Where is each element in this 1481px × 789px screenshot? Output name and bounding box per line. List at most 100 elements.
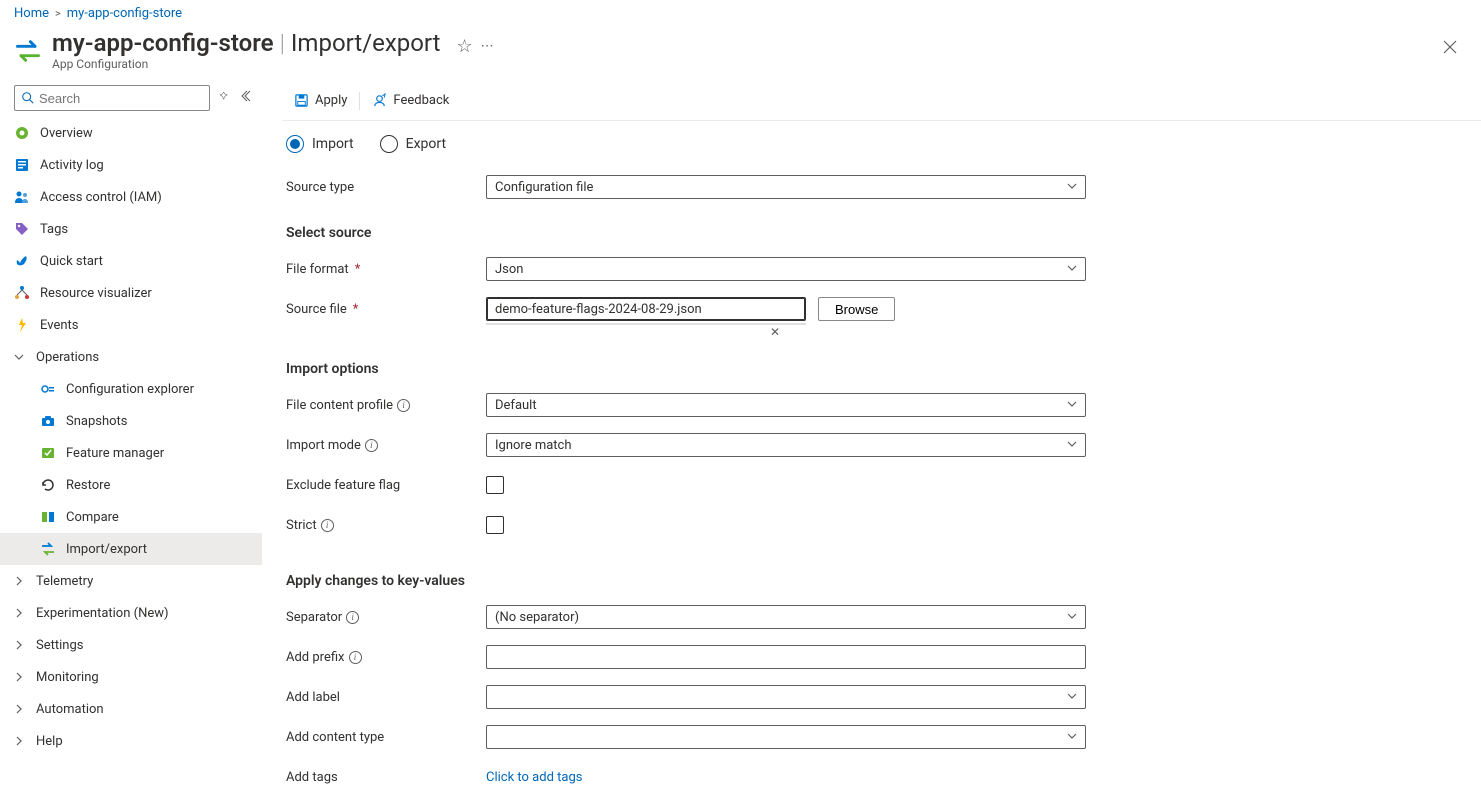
sidebar: Overview Activity log Access control (IA… — [0, 81, 262, 789]
sidebar-search-input[interactable] — [39, 91, 203, 106]
file-format-select[interactable]: Json — [486, 257, 1086, 281]
chevron-down-icon — [1067, 438, 1077, 453]
add-content-type-select[interactable] — [486, 725, 1086, 749]
select-source-heading: Select source — [286, 225, 1461, 241]
pin-icon[interactable] — [218, 90, 230, 106]
nav-label: Activity log — [40, 158, 104, 173]
browse-button[interactable]: Browse — [818, 297, 895, 321]
collapse-sidebar-icon[interactable] — [238, 89, 252, 107]
exclude-feature-flag-checkbox[interactable] — [486, 476, 504, 494]
nav-label: Operations — [36, 350, 99, 365]
snapshots-icon — [40, 413, 56, 429]
favorite-star-icon[interactable]: ☆ — [456, 36, 472, 57]
info-icon[interactable]: i — [346, 611, 359, 624]
file-format-label: File format* — [286, 262, 486, 277]
compare-icon — [40, 509, 56, 525]
feature-manager-icon — [40, 445, 56, 461]
chevron-down-icon — [1067, 690, 1077, 705]
add-tags-link[interactable]: Click to add tags — [486, 770, 582, 785]
feedback-button[interactable]: Feedback — [360, 81, 461, 120]
strict-checkbox[interactable] — [486, 516, 504, 534]
sidebar-item-feature-manager[interactable]: Feature manager — [0, 437, 262, 469]
info-icon[interactable]: i — [365, 439, 378, 452]
info-icon[interactable]: i — [321, 519, 334, 532]
sidebar-item-activity-log[interactable]: Activity log — [0, 149, 262, 181]
sidebar-group-experimentation[interactable]: Experimentation (New) — [0, 597, 262, 629]
sidebar-item-tags[interactable]: Tags — [0, 213, 262, 245]
info-icon[interactable]: i — [397, 399, 410, 412]
select-value: Default — [495, 398, 537, 413]
breadcrumb-home[interactable]: Home — [14, 6, 49, 21]
chevron-down-icon — [1067, 262, 1077, 277]
tags-icon — [14, 221, 30, 237]
resource-name: my-app-config-store — [52, 29, 274, 57]
sidebar-group-help[interactable]: Help — [0, 725, 262, 757]
file-content-profile-select[interactable]: Default — [486, 393, 1086, 417]
sidebar-item-quick-start[interactable]: Quick start — [0, 245, 262, 277]
sidebar-item-overview[interactable]: Overview — [0, 117, 262, 149]
sidebar-group-operations[interactable]: Operations — [0, 341, 262, 373]
breadcrumb-store[interactable]: my-app-config-store — [67, 6, 182, 21]
nav-label: Settings — [36, 638, 83, 653]
separator-select[interactable]: (No separator) — [486, 605, 1086, 629]
sidebar-item-config-explorer[interactable]: Configuration explorer — [0, 373, 262, 405]
source-file-label: Source file* — [286, 302, 486, 317]
radio-label: Export — [406, 136, 446, 152]
breadcrumb: Home > my-app-config-store — [0, 0, 1481, 23]
source-type-label: Source type — [286, 180, 486, 195]
radio-import[interactable]: Import — [286, 135, 354, 153]
sidebar-group-settings[interactable]: Settings — [0, 629, 262, 661]
nav-label: Overview — [40, 126, 93, 141]
sidebar-group-automation[interactable]: Automation — [0, 693, 262, 725]
source-file-input[interactable]: demo-feature-flags-2024-08-29.json — [486, 297, 806, 321]
add-content-type-label: Add content type — [286, 730, 486, 745]
input-value: demo-feature-flags-2024-08-29.json — [495, 302, 702, 317]
nav-label: Automation — [36, 702, 104, 717]
sidebar-item-resource-visualizer[interactable]: Resource visualizer — [0, 277, 262, 309]
add-label-select[interactable] — [486, 685, 1086, 709]
app-config-icon — [14, 37, 42, 65]
sidebar-search[interactable] — [14, 85, 210, 111]
main-content: Apply Feedback Import Export — [262, 81, 1481, 789]
sidebar-item-restore[interactable]: Restore — [0, 469, 262, 501]
more-menu-icon[interactable]: ⋯ — [481, 39, 494, 54]
close-blade-button[interactable] — [1433, 33, 1467, 64]
breadcrumb-separator-icon: > — [55, 7, 61, 20]
add-prefix-input[interactable] — [486, 645, 1086, 669]
import-export-icon — [40, 541, 56, 557]
nav-label: Monitoring — [36, 670, 99, 685]
sidebar-item-events[interactable]: Events — [0, 309, 262, 341]
nav-label: Compare — [66, 510, 119, 525]
import-options-heading: Import options — [286, 361, 1461, 377]
page-context: Import/export — [291, 29, 441, 57]
search-icon — [21, 91, 35, 105]
save-icon — [294, 93, 309, 108]
resource-visualizer-icon — [14, 285, 30, 301]
clear-file-icon[interactable]: ✕ — [770, 325, 780, 339]
info-icon[interactable]: i — [349, 651, 362, 664]
sidebar-group-telemetry[interactable]: Telemetry — [0, 565, 262, 597]
apply-changes-heading: Apply changes to key-values — [286, 573, 1461, 589]
sidebar-item-import-export[interactable]: Import/export — [0, 533, 262, 565]
file-content-profile-label: File content profile i — [286, 398, 486, 413]
sidebar-item-access-control[interactable]: Access control (IAM) — [0, 181, 262, 213]
radio-export[interactable]: Export — [380, 135, 446, 153]
chevron-down-icon — [1067, 730, 1077, 745]
apply-button[interactable]: Apply — [282, 81, 359, 120]
select-value: Json — [495, 262, 523, 277]
radio-label: Import — [312, 136, 354, 152]
sidebar-item-snapshots[interactable]: Snapshots — [0, 405, 262, 437]
import-mode-select[interactable]: Ignore match — [486, 433, 1086, 457]
progress-underline — [486, 323, 806, 325]
chevron-right-icon — [14, 640, 26, 650]
nav-label: Access control (IAM) — [40, 190, 162, 205]
sidebar-group-monitoring[interactable]: Monitoring — [0, 661, 262, 693]
page-title: my-app-config-store | Import/export — [52, 29, 440, 57]
add-tags-label: Add tags — [286, 770, 486, 785]
nav-label: Snapshots — [66, 414, 128, 429]
select-value: (No separator) — [495, 610, 579, 625]
service-subtitle: App Configuration — [52, 57, 1423, 71]
source-type-select[interactable]: Configuration file — [486, 175, 1086, 199]
chevron-right-icon — [14, 704, 26, 714]
sidebar-item-compare[interactable]: Compare — [0, 501, 262, 533]
